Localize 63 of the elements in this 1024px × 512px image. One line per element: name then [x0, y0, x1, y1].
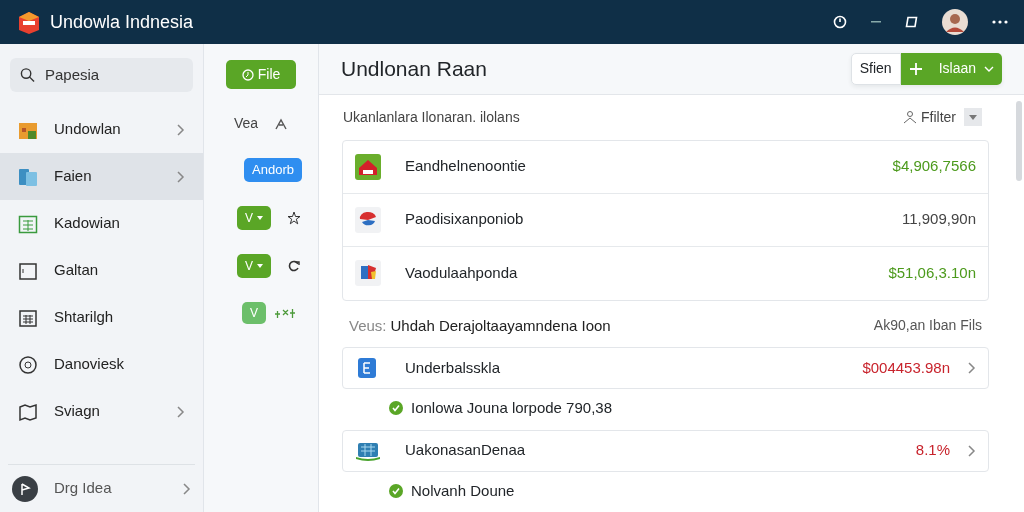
sidebar-item[interactable]: Shtarilgh	[0, 294, 203, 341]
search-field[interactable]: Papesia	[10, 58, 193, 92]
chevron-icon[interactable]	[966, 443, 976, 458]
caret-icon	[969, 114, 977, 120]
secondary-button[interactable]: Sfien	[850, 52, 901, 85]
sidebar-footer-item[interactable]: Drg Idea	[0, 465, 203, 512]
sidebar-item[interactable]: Kadowian	[0, 200, 203, 247]
spreadsheet-icon	[18, 213, 38, 234]
sidebar-item[interactable]: Faien	[0, 153, 203, 200]
item-name: Eandhelnenoontie	[405, 156, 527, 177]
item-name: UakonasanDenaa	[405, 440, 527, 461]
logo-icon	[16, 9, 42, 35]
clock-icon[interactable]	[833, 15, 847, 29]
house-icon	[355, 153, 381, 180]
section-label: Ukanlanlara Ilonaran. ilolans	[343, 107, 521, 127]
search-icon	[20, 67, 35, 83]
swirl-icon	[355, 206, 381, 233]
amount: $51,06,3.10n	[888, 262, 976, 283]
map-icon	[18, 401, 38, 422]
sidebar-item[interactable]: Undowlan	[0, 106, 203, 153]
caret-icon	[984, 65, 994, 72]
item-name: Paodisixanponiob	[405, 209, 525, 230]
amount: 11,909,90n	[902, 209, 976, 230]
check-icon	[389, 483, 403, 498]
check-icon	[389, 401, 403, 416]
item-name: Vaodulaahponda	[405, 262, 519, 283]
star-icon[interactable]	[287, 211, 301, 225]
app-title: Undowla Indnesia	[50, 10, 194, 34]
filter-label: Ffilter	[921, 107, 956, 127]
window-icon[interactable]	[905, 16, 918, 28]
view-label: Vea	[233, 114, 259, 133]
sidebar-item[interactable]: Galtan	[0, 247, 203, 294]
item-name: Underbalsskla	[405, 357, 502, 378]
more-icon[interactable]	[992, 20, 1008, 24]
status-note: Ionlowa Jouna lorpode 790,38	[411, 398, 612, 418]
amount: $004453.98n	[862, 357, 950, 378]
section-prefix: Veus:	[349, 315, 387, 336]
coin-icon	[18, 354, 38, 375]
caret-icon	[257, 216, 263, 220]
devices-icon	[18, 166, 38, 187]
caret-icon	[257, 264, 263, 268]
sidebar-item[interactable]: Sviagn	[0, 388, 203, 435]
calendar-icon	[18, 307, 38, 328]
chevron-icon	[175, 169, 185, 184]
amount: 8.1%	[915, 440, 950, 461]
page-title: Undlonan Raan	[341, 56, 487, 82]
frame-icon	[18, 260, 38, 281]
section-info: Ak90,an Iban Fils	[873, 316, 982, 336]
section-label: Uhdah Derajoltaayamndena Ioon	[390, 315, 612, 336]
status-note: Nolvanh Doune	[411, 480, 515, 501]
chevron-icon	[175, 404, 185, 419]
avatar-icon[interactable]	[942, 9, 968, 35]
refresh-icon[interactable]	[287, 259, 301, 273]
sidebar-item[interactable]: Danoviesk	[0, 341, 203, 388]
chevron-icon	[175, 122, 185, 137]
amount: $4,906,7566	[892, 156, 976, 177]
clock-icon	[241, 68, 254, 81]
plus-icon	[908, 61, 923, 76]
dropdown-toggle-button[interactable]	[964, 108, 982, 126]
search-input[interactable]: Papesia	[43, 62, 183, 88]
chevron-icon[interactable]	[966, 361, 976, 375]
chevron-icon	[181, 481, 191, 496]
person-icon	[903, 110, 917, 124]
